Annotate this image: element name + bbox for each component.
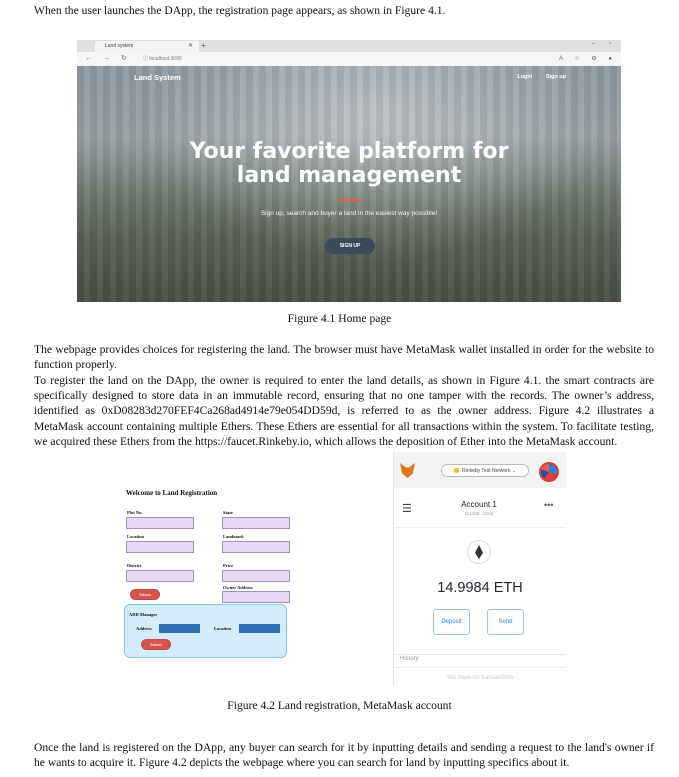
paragraph-3: Once the land is registered on the DApp,… — [34, 741, 654, 770]
district-input[interactable] — [126, 570, 194, 582]
close-icon[interactable]: ✕ — [188, 41, 193, 52]
figure-4-2-caption: Figure 4.2 Land registration, MetaMask a… — [227, 699, 452, 712]
no-transactions-text: You have no transactions — [446, 675, 514, 681]
plot-no-input[interactable] — [126, 517, 194, 529]
history-label: History — [400, 656, 419, 662]
figure-4-1-caption: Figure 4.1 Home page — [287, 312, 392, 325]
land-registration-form: Welcome to Land Registration Plot No. St… — [116, 452, 393, 672]
manager-location-input[interactable] — [239, 624, 280, 633]
manager-address-input[interactable] — [159, 624, 200, 633]
network-status-icon — [454, 468, 460, 473]
price-input[interactable] — [222, 570, 290, 582]
deposit-button[interactable]: Deposit — [433, 609, 470, 635]
hero-subtitle: Sign up, search and buyer a land in the … — [260, 210, 438, 217]
landmark-label: Landmark — [223, 534, 244, 539]
back-icon[interactable]: ← — [85, 53, 92, 65]
hero-title: Your favorite platform for land manageme… — [77, 140, 621, 188]
hero-divider — [339, 199, 361, 201]
divider — [394, 527, 566, 528]
tab-title: Land system — [105, 43, 134, 49]
owner-address-input[interactable] — [222, 591, 290, 603]
location-input[interactable] — [126, 541, 194, 553]
owner-address-label: Owner Address — [223, 585, 253, 590]
district-label: District — [127, 563, 142, 568]
menu-icon[interactable]: ☰ — [402, 502, 412, 515]
forward-icon[interactable]: → — [103, 53, 110, 65]
account-avatar[interactable] — [539, 462, 559, 482]
manager-location-label: Location — [214, 626, 232, 631]
intro-paragraph: When the user launches the DApp, the reg… — [34, 4, 446, 17]
location-label: Location — [127, 534, 145, 539]
login-link[interactable]: Login — [517, 74, 532, 80]
paragraph-2: To register the land on the DApp, the ow… — [34, 374, 654, 448]
state-input[interactable] — [222, 517, 290, 529]
brand-logo[interactable]: Land System — [134, 73, 181, 82]
signup-link[interactable]: Sign up — [546, 74, 566, 80]
manager-address-label: Address — [136, 626, 152, 631]
divider — [394, 667, 566, 668]
manager-submit-button[interactable]: Submit — [141, 639, 171, 650]
form-title: Welcome to Land Registration — [126, 489, 218, 497]
url-field[interactable]: ⓘ localhost:3000 — [143, 54, 503, 64]
account-name[interactable]: Account 1 — [434, 500, 524, 509]
more-options-icon[interactable]: ••• — [544, 500, 553, 510]
metamask-body: ☰ Account 1 0x1338...316d ••• 14.9984 ET… — [394, 488, 566, 686]
browser-tab-bar: Land system ✕ + ‒ ▫ — [77, 40, 621, 52]
account-address[interactable]: 0x1338...316d — [434, 511, 524, 516]
divider — [394, 654, 566, 655]
price-label: Price — [223, 563, 233, 568]
figure-4-1-browser-screenshot: Land system ✕ + ‒ ▫ ← → ↻ ⓘ localhost:30… — [77, 40, 621, 302]
metamask-fox-icon — [400, 463, 415, 478]
hero-title-line1: Your favorite platform for — [189, 139, 509, 164]
eth-balance: 14.9984 ETH — [437, 580, 523, 596]
top-nav: Login Sign up — [505, 74, 566, 80]
url-text: localhost:3000 — [149, 56, 182, 62]
metamask-wallet: Rinkeby Test Network ⌄ ☰ Account 1 0x133… — [393, 452, 566, 686]
browser-address-bar: ← → ↻ ⓘ localhost:3000 A ☆ ⚙ ● — [77, 52, 621, 66]
add-manager-label: ADD Manager — [129, 612, 158, 617]
toolbar-icons[interactable]: A ☆ ⚙ ● — [559, 53, 617, 65]
submit-button[interactable]: Submit — [130, 589, 160, 600]
add-manager-panel: ADD Manager Address Location Submit — [124, 604, 287, 658]
network-selector[interactable]: Rinkeby Test Network ⌄ — [441, 464, 529, 477]
window-controls-icon[interactable]: ‒ ▫ — [592, 41, 617, 47]
metamask-header: Rinkeby Test Network ⌄ — [394, 452, 566, 488]
landmark-input[interactable] — [222, 541, 290, 553]
paragraph-1: The webpage provides choices for registe… — [34, 343, 654, 372]
signup-button[interactable]: SIGN UP — [325, 238, 375, 254]
chevron-down-icon: ⌄ — [511, 468, 516, 474]
hero-section: Land System Login Sign up Your favorite … — [77, 66, 621, 302]
hero-title-line2: land management — [236, 163, 462, 188]
ethereum-icon — [467, 540, 491, 564]
new-tab-icon[interactable]: + — [201, 40, 206, 52]
state-label: State — [223, 510, 233, 515]
network-name: Rinkeby Test Network — [462, 468, 511, 474]
browser-tab[interactable]: Land system ✕ — [95, 41, 199, 52]
reload-icon[interactable]: ↻ — [121, 53, 127, 65]
send-button[interactable]: Send — [487, 609, 524, 635]
plot-no-label: Plot No. — [127, 510, 143, 515]
